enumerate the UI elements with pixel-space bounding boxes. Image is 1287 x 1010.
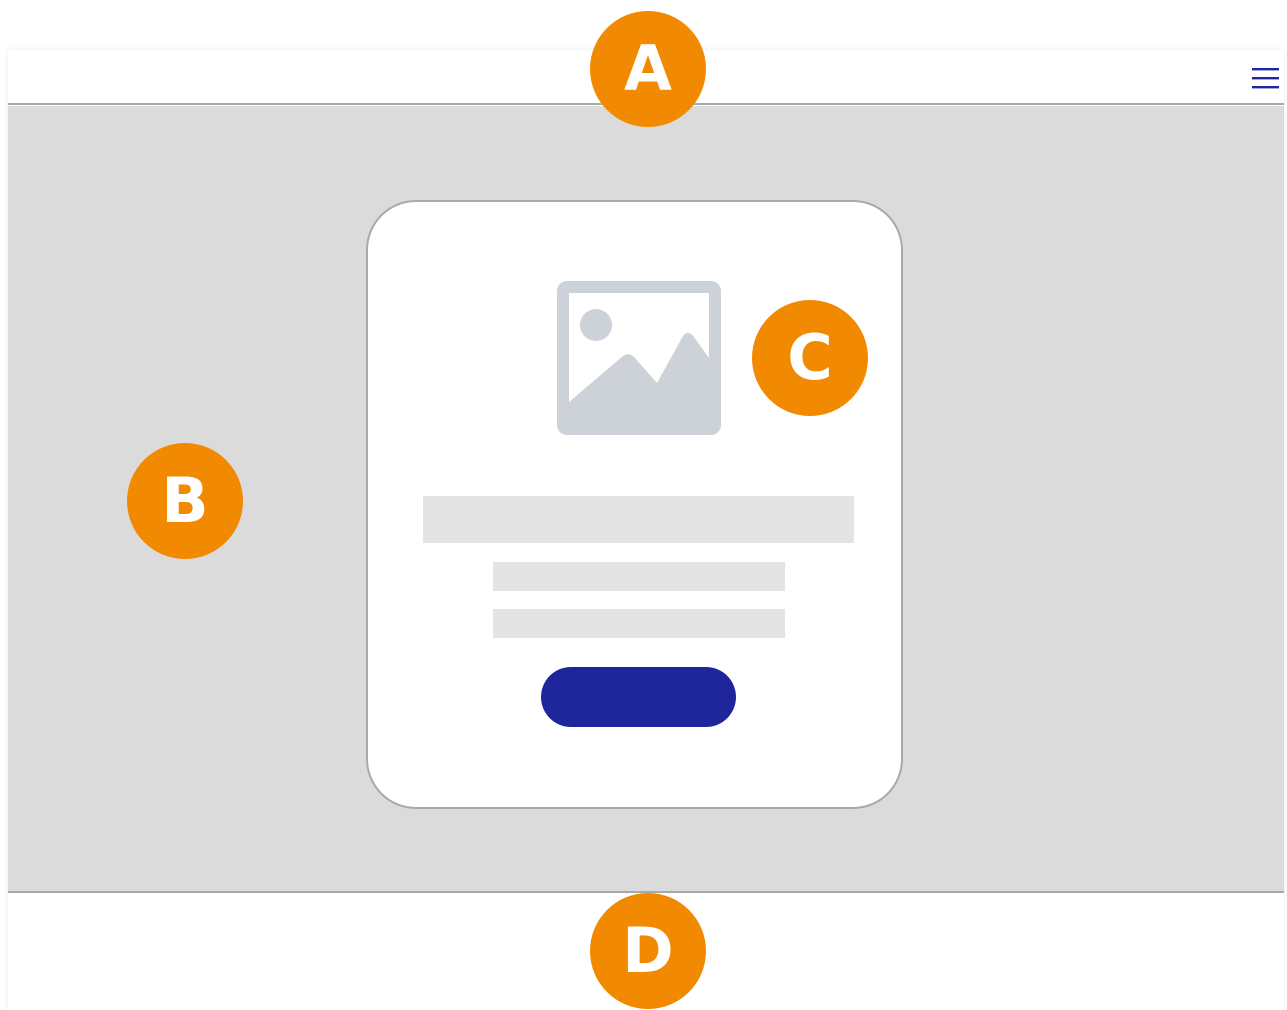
text-placeholder-bar [493,609,785,638]
label-badge-c: C [752,300,868,416]
text-placeholder-bar [493,562,785,591]
label-badge-d: D [590,893,706,1009]
image-placeholder-icon [556,280,722,436]
label-badge-b: B [127,443,243,559]
hamburger-menu-icon[interactable] [1252,65,1280,93]
label-badge-a: A [590,11,706,127]
call-to-action-button[interactable] [541,667,736,727]
title-placeholder-bar [423,496,854,543]
